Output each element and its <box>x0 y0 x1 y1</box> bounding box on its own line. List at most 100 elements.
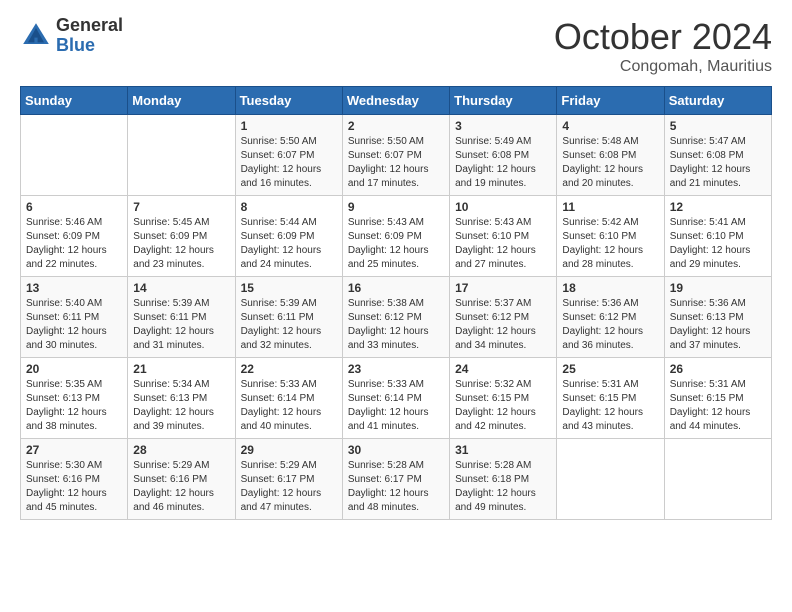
day-info: Sunrise: 5:38 AMSunset: 6:12 PMDaylight:… <box>348 297 444 353</box>
day-header: Thursday <box>450 87 557 115</box>
day-info: Sunrise: 5:40 AMSunset: 6:11 PMDaylight:… <box>26 297 122 353</box>
day-info: Sunrise: 5:37 AMSunset: 6:12 PMDaylight:… <box>455 297 551 353</box>
calendar-cell: 21Sunrise: 5:34 AMSunset: 6:13 PMDayligh… <box>128 358 235 439</box>
calendar-cell: 5 Sunrise: 5:47 AMSunset: 6:08 PMDaylight… <box>664 115 771 196</box>
day-header: Saturday <box>664 87 771 115</box>
calendar-cell: 25 Sunrise: 5:31 AMSunset: 6:15 PMDayligh… <box>557 358 664 439</box>
day-info: Sunrise: 5:39 AMSunset: 6:11 PMDaylight:… <box>241 297 337 353</box>
calendar-week-row: 27 Sunrise: 5:30 AMSunset: 6:16 PMDayligh… <box>21 439 772 520</box>
day-info: Sunrise: 5:31 AMSunset: 6:15 PMDaylight:… <box>562 378 658 434</box>
calendar-cell: 31 Sunrise: 5:28 AMSunset: 6:18 PMDayligh… <box>450 439 557 520</box>
day-info: Sunrise: 5:49 AMSunset: 6:08 PMDaylight:… <box>455 135 551 191</box>
calendar-cell: 8 Sunrise: 5:44 AMSunset: 6:09 PMDaylight… <box>235 196 342 277</box>
calendar-cell: 20Sunrise: 5:35 AMSunset: 6:13 PMDayligh… <box>21 358 128 439</box>
day-number: 19 <box>670 281 766 295</box>
day-info: Sunrise: 5:30 AMSunset: 6:16 PMDaylight:… <box>26 459 122 515</box>
day-number: 10 <box>455 200 551 214</box>
calendar-cell: 10 Sunrise: 5:43 AMSunset: 6:10 PMDayligh… <box>450 196 557 277</box>
calendar-cell: 1 Sunrise: 5:50 AMSunset: 6:07 PMDaylight… <box>235 115 342 196</box>
day-number: 28 <box>133 443 229 457</box>
title-block: October 2024 Congomah, Mauritius <box>554 16 772 76</box>
logo-icon <box>20 20 52 52</box>
day-number: 23 <box>348 362 444 376</box>
calendar-cell: 23 Sunrise: 5:33 AMSunset: 6:14 PMDayligh… <box>342 358 449 439</box>
day-header: Monday <box>128 87 235 115</box>
day-number: 22 <box>241 362 337 376</box>
day-info: Sunrise: 5:43 AMSunset: 6:10 PMDaylight:… <box>455 216 551 272</box>
day-info: Sunrise: 5:44 AMSunset: 6:09 PMDaylight:… <box>241 216 337 272</box>
day-number: 11 <box>562 200 658 214</box>
calendar-cell <box>128 115 235 196</box>
header: General Blue October 2024 Congomah, Maur… <box>20 16 772 76</box>
day-number: 17 <box>455 281 551 295</box>
calendar-cell: 18Sunrise: 5:36 AMSunset: 6:12 PMDayligh… <box>557 277 664 358</box>
day-info: Sunrise: 5:48 AMSunset: 6:08 PMDaylight:… <box>562 135 658 191</box>
day-info: Sunrise: 5:28 AMSunset: 6:17 PMDaylight:… <box>348 459 444 515</box>
calendar-cell: 24Sunrise: 5:32 AMSunset: 6:15 PMDayligh… <box>450 358 557 439</box>
day-number: 14 <box>133 281 229 295</box>
logo-text: General Blue <box>56 16 123 56</box>
day-header: Wednesday <box>342 87 449 115</box>
day-number: 20 <box>26 362 122 376</box>
day-info: Sunrise: 5:50 AMSunset: 6:07 PMDaylight:… <box>241 135 337 191</box>
day-info: Sunrise: 5:28 AMSunset: 6:18 PMDaylight:… <box>455 459 551 515</box>
day-number: 26 <box>670 362 766 376</box>
day-info: Sunrise: 5:42 AMSunset: 6:10 PMDaylight:… <box>562 216 658 272</box>
day-number: 9 <box>348 200 444 214</box>
day-number: 24 <box>455 362 551 376</box>
day-header: Friday <box>557 87 664 115</box>
day-number: 7 <box>133 200 229 214</box>
day-info: Sunrise: 5:50 AMSunset: 6:07 PMDaylight:… <box>348 135 444 191</box>
calendar-cell: 28Sunrise: 5:29 AMSunset: 6:16 PMDayligh… <box>128 439 235 520</box>
logo: General Blue <box>20 16 123 56</box>
calendar-week-row: 1 Sunrise: 5:50 AMSunset: 6:07 PMDaylight… <box>21 115 772 196</box>
calendar-cell: 13Sunrise: 5:40 AMSunset: 6:11 PMDayligh… <box>21 277 128 358</box>
calendar-cell: 27 Sunrise: 5:30 AMSunset: 6:16 PMDayligh… <box>21 439 128 520</box>
calendar-cell: 29 Sunrise: 5:29 AMSunset: 6:17 PMDayligh… <box>235 439 342 520</box>
day-number: 8 <box>241 200 337 214</box>
calendar-cell: 7 Sunrise: 5:45 AMSunset: 6:09 PMDaylight… <box>128 196 235 277</box>
calendar-cell: 2 Sunrise: 5:50 AMSunset: 6:07 PMDaylight… <box>342 115 449 196</box>
day-info: Sunrise: 5:45 AMSunset: 6:09 PMDaylight:… <box>133 216 229 272</box>
calendar-table: SundayMondayTuesdayWednesdayThursdayFrid… <box>20 86 772 520</box>
calendar-cell: 30 Sunrise: 5:28 AMSunset: 6:17 PMDayligh… <box>342 439 449 520</box>
day-header: Tuesday <box>235 87 342 115</box>
day-number: 5 <box>670 119 766 133</box>
day-info: Sunrise: 5:34 AMSunset: 6:13 PMDaylight:… <box>133 378 229 434</box>
calendar-cell: 26 Sunrise: 5:31 AMSunset: 6:15 PMDayligh… <box>664 358 771 439</box>
day-info: Sunrise: 5:33 AMSunset: 6:14 PMDaylight:… <box>348 378 444 434</box>
calendar-cell <box>557 439 664 520</box>
calendar-cell: 17 Sunrise: 5:37 AMSunset: 6:12 PMDayligh… <box>450 277 557 358</box>
day-number: 29 <box>241 443 337 457</box>
day-info: Sunrise: 5:39 AMSunset: 6:11 PMDaylight:… <box>133 297 229 353</box>
day-number: 30 <box>348 443 444 457</box>
calendar-cell <box>664 439 771 520</box>
day-number: 2 <box>348 119 444 133</box>
calendar-cell: 15 Sunrise: 5:39 AMSunset: 6:11 PMDayligh… <box>235 277 342 358</box>
day-number: 15 <box>241 281 337 295</box>
calendar-cell: 22 Sunrise: 5:33 AMSunset: 6:14 PMDayligh… <box>235 358 342 439</box>
calendar-cell: 9 Sunrise: 5:43 AMSunset: 6:09 PMDaylight… <box>342 196 449 277</box>
calendar-cell: 12Sunrise: 5:41 AMSunset: 6:10 PMDayligh… <box>664 196 771 277</box>
day-info: Sunrise: 5:43 AMSunset: 6:09 PMDaylight:… <box>348 216 444 272</box>
day-info: Sunrise: 5:33 AMSunset: 6:14 PMDaylight:… <box>241 378 337 434</box>
calendar-cell: 4 Sunrise: 5:48 AMSunset: 6:08 PMDaylight… <box>557 115 664 196</box>
day-number: 27 <box>26 443 122 457</box>
day-info: Sunrise: 5:47 AMSunset: 6:08 PMDaylight:… <box>670 135 766 191</box>
day-info: Sunrise: 5:31 AMSunset: 6:15 PMDaylight:… <box>670 378 766 434</box>
day-number: 1 <box>241 119 337 133</box>
logo-general: General <box>56 15 123 35</box>
day-number: 25 <box>562 362 658 376</box>
location: Congomah, Mauritius <box>554 58 772 76</box>
day-info: Sunrise: 5:29 AMSunset: 6:17 PMDaylight:… <box>241 459 337 515</box>
page: General Blue October 2024 Congomah, Maur… <box>0 0 792 540</box>
header-row: SundayMondayTuesdayWednesdayThursdayFrid… <box>21 87 772 115</box>
day-info: Sunrise: 5:36 AMSunset: 6:13 PMDaylight:… <box>670 297 766 353</box>
day-number: 4 <box>562 119 658 133</box>
day-number: 31 <box>455 443 551 457</box>
logo-blue: Blue <box>56 35 95 55</box>
calendar-cell: 11 Sunrise: 5:42 AMSunset: 6:10 PMDayligh… <box>557 196 664 277</box>
day-info: Sunrise: 5:41 AMSunset: 6:10 PMDaylight:… <box>670 216 766 272</box>
calendar-cell: 3Sunrise: 5:49 AMSunset: 6:08 PMDaylight… <box>450 115 557 196</box>
day-header: Sunday <box>21 87 128 115</box>
